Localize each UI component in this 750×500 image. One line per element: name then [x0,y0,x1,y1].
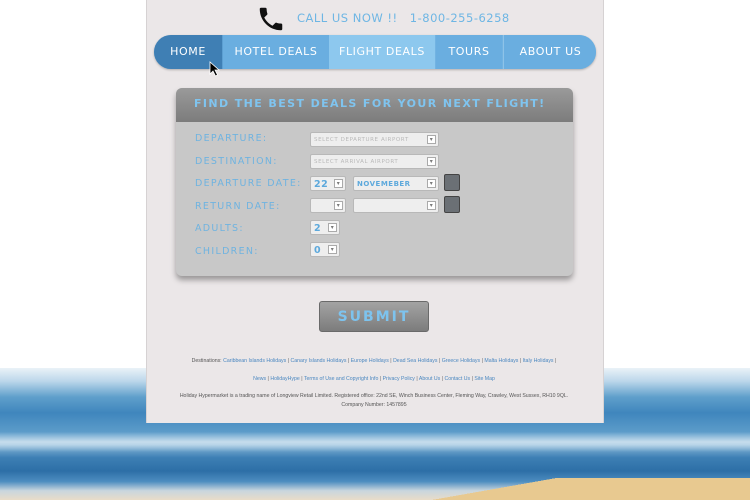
footer-link-sitemap[interactable]: Site Map [474,376,494,382]
footer-legal-line2: Company Number: 1457895 [341,402,407,408]
footer-link-contact[interactable]: Contact Us [444,376,470,382]
call-us-text: CALL US NOW !! [297,11,398,25]
nav-flight-deals[interactable]: FLIGHT DEALS [329,35,435,69]
children-value: 0 [314,245,322,256]
chevron-down-icon: ▾ [427,135,436,144]
destination-link[interactable]: Dead Sea Holidays [393,358,437,364]
destination-link[interactable]: Italy Holidays [523,358,554,364]
return-day-select[interactable]: ▾ [310,198,346,213]
footer-link-terms[interactable]: Terms of Use and Copyright Info [304,376,378,382]
adults-value: 2 [314,223,322,234]
destination-link[interactable]: Canary Islands Holidays [291,358,347,364]
nav-about-us[interactable]: ABOUT US [503,35,596,69]
destination-link[interactable]: Malta Holidays [484,358,518,364]
departure-select[interactable]: SELECT DEPARTURE AIRPORT ▾ [310,132,439,147]
departure-label: DEPARTURE: [195,133,268,144]
children-label: CHILDREN: [195,246,259,257]
destination-link[interactable]: Greece Holidays [442,358,480,364]
chevron-down-icon: ▾ [334,201,343,210]
departure-month-select[interactable]: NOVEMEBER ▾ [353,176,439,191]
form-title: FIND THE BEST DEALS FOR YOUR NEXT FLIGHT… [194,97,546,110]
submit-button[interactable]: SUBMIT [319,301,429,332]
wave-foam [0,432,750,452]
chevron-down-icon: ▾ [427,157,436,166]
chevron-down-icon: ▾ [427,179,436,188]
footer-legal-line1: Holiday Hypermarket is a trading name of… [179,393,569,399]
departure-month-value: NOVEMEBER [357,180,411,188]
chevron-down-icon: ▾ [427,201,436,210]
departure-date-label: DEPARTURE DATE: [195,178,302,189]
chevron-down-icon: ▾ [328,223,337,232]
nav-tours[interactable]: TOURS [436,35,502,69]
phone-icon [259,7,283,31]
footer-destinations: Destinations: Caribbean Islands Holidays… [191,358,557,364]
return-month-select[interactable]: ▾ [353,198,439,213]
flight-search-form: FIND THE BEST DEALS FOR YOUR NEXT FLIGHT… [176,88,573,276]
footer-link-about[interactable]: About Us [419,376,440,382]
phone-number[interactable]: 1-800-255-6258 [410,11,510,25]
mouse-cursor-icon [209,61,221,77]
chevron-down-icon: ▾ [328,245,337,254]
calendar-icon[interactable] [444,196,460,213]
adults-label: ADULTS: [195,223,244,234]
destination-link[interactable]: Europe Holidays [351,358,389,364]
destination-label: DESTINATION: [195,156,278,167]
destination-select-value: SELECT ARRIVAL AIRPORT [314,159,399,165]
calendar-icon[interactable] [444,174,460,191]
form-header: FIND THE BEST DEALS FOR YOUR NEXT FLIGHT… [176,88,573,122]
call-us-banner: CALL US NOW !! 1-800-255-6258 [297,11,518,25]
footer-link-holidayhype[interactable]: HolidayHype [270,376,299,382]
departure-select-value: SELECT DEPARTURE AIRPORT [314,137,409,143]
destination-select[interactable]: SELECT ARRIVAL AIRPORT ▾ [310,154,439,169]
footer-links: News | HolidayHype | Terms of Use and Co… [253,376,495,382]
beach-sand [420,478,750,500]
adults-select[interactable]: 2 ▾ [310,220,340,235]
departure-day-value: 22 [314,179,329,190]
nav-hotel-deals[interactable]: HOTEL DEALS [222,35,329,69]
destinations-prefix: Destinations: [191,358,222,364]
footer-link-privacy[interactable]: Privacy Policy [383,376,415,382]
children-select[interactable]: 0 ▾ [310,242,340,257]
footer-link-news[interactable]: News [253,376,266,382]
destination-link[interactable]: Caribbean Islands Holidays [223,358,286,364]
return-date-label: RETURN DATE: [195,201,281,212]
chevron-down-icon: ▾ [334,179,343,188]
departure-day-select[interactable]: 22 ▾ [310,176,346,191]
